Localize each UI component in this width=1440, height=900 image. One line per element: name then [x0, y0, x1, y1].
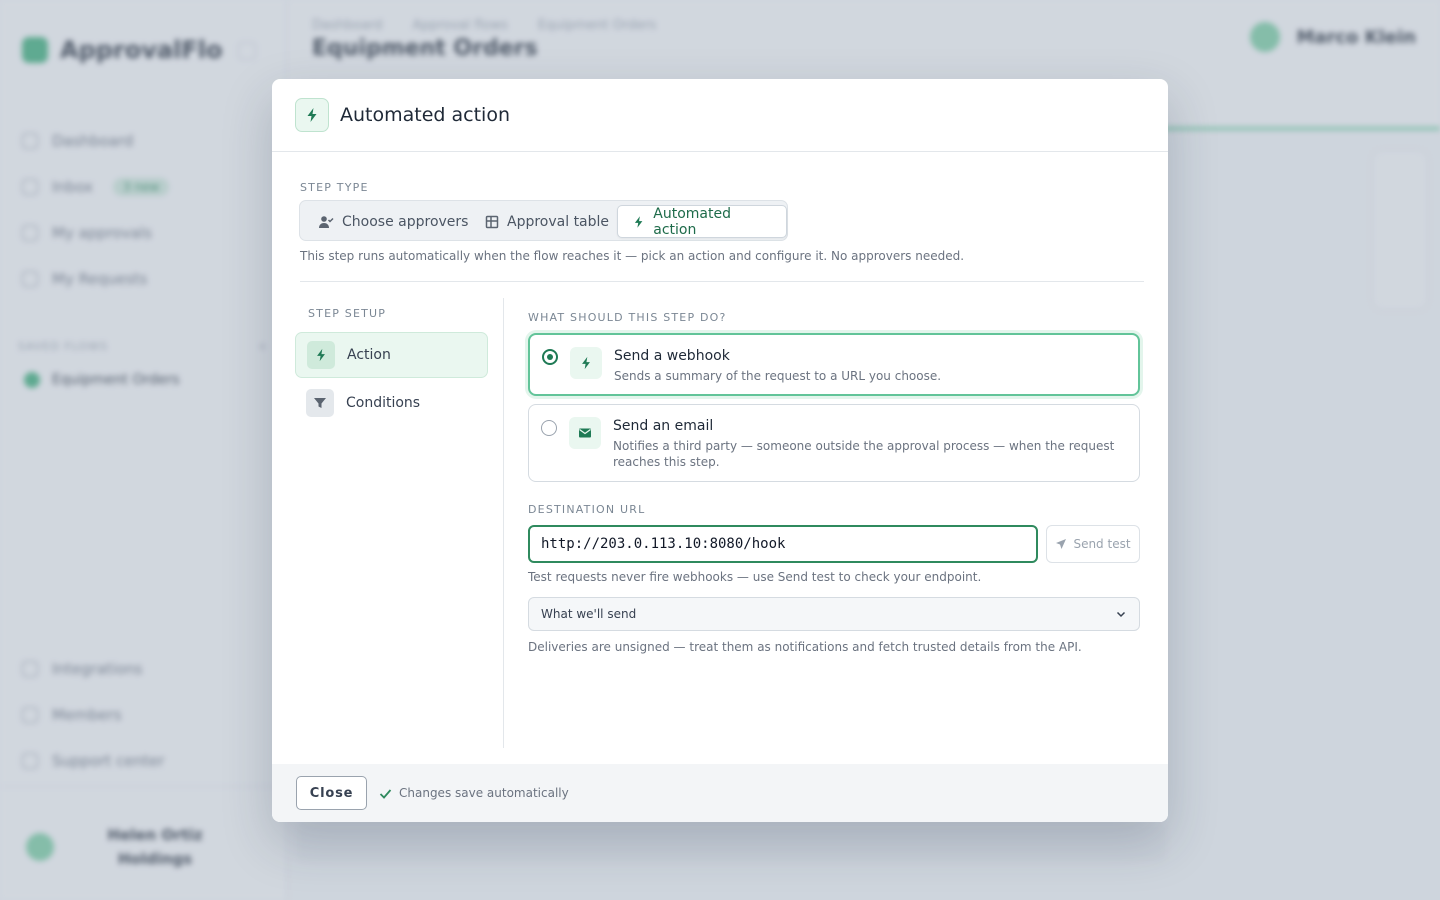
step-type-segmented-control: Choose approvers Approval table Automate…	[299, 200, 788, 241]
lightning-icon	[295, 98, 329, 132]
option-title: Send an email	[613, 418, 714, 434]
lightning-icon	[634, 215, 643, 228]
chevron-down-icon	[1116, 611, 1126, 618]
action-question-label: WHAT SHOULD THIS STEP DO?	[528, 311, 727, 324]
step-type-automated-action[interactable]: Automated action	[617, 205, 787, 238]
option-send-webhook[interactable]: Send a webhook Sends a summary of the re…	[528, 333, 1140, 396]
unsigned-note: Deliveries are unsigned — treat them as …	[528, 640, 1082, 654]
option-title: Send a webhook	[614, 348, 730, 364]
url-help-text: Test requests never fire webhooks — use …	[528, 570, 982, 584]
step-type-help: This step runs automatically when the fl…	[300, 249, 965, 263]
option-send-email[interactable]: Send an email Notifies a third party — s…	[528, 404, 1140, 482]
segment-label: Approval table	[507, 213, 610, 230]
destination-url-label: DESTINATION URL	[528, 503, 646, 516]
dialog-footer: Close Changes save automatically	[272, 764, 1168, 822]
section-divider	[300, 281, 1144, 282]
email-radio[interactable]	[541, 420, 557, 436]
user-check-icon	[319, 215, 334, 228]
autosave-label: Changes save automatically	[399, 786, 569, 800]
dialog-header: Automated action	[272, 79, 1168, 152]
lightning-icon	[307, 341, 335, 369]
setup-item-conditions[interactable]: Conditions	[295, 380, 488, 426]
payload-disclosure[interactable]: What we'll send	[528, 597, 1140, 631]
automated-action-dialog: Automated action STEP TYPE Choose approv…	[272, 79, 1168, 822]
vertical-divider	[503, 298, 504, 748]
disclosure-label: What we'll send	[541, 607, 637, 621]
autosave-status: Changes save automatically	[379, 786, 569, 800]
check-icon	[379, 788, 392, 799]
send-icon	[1056, 539, 1067, 549]
step-setup-label: STEP SETUP	[308, 307, 387, 320]
destination-url-input[interactable]	[528, 525, 1038, 563]
segment-label: Automated action	[653, 205, 731, 238]
envelope-icon	[569, 417, 601, 449]
table-icon	[485, 215, 499, 228]
webhook-radio[interactable]	[542, 349, 558, 365]
send-test-button[interactable]: Send test	[1046, 525, 1140, 563]
lightning-icon	[570, 347, 602, 379]
setup-item-label: Action	[347, 347, 391, 363]
filter-icon	[306, 389, 334, 417]
setup-item-label: Conditions	[346, 395, 421, 411]
dialog-title: Automated action	[340, 104, 510, 126]
step-type-approval-table[interactable]: Approval table	[471, 205, 623, 238]
option-description: Notifies a third party — someone outside…	[613, 439, 1115, 469]
send-test-label: Send test	[1073, 537, 1131, 551]
option-description: Sends a summary of the request to a URL …	[614, 369, 942, 383]
segment-label: Choose approvers	[342, 213, 469, 230]
step-type-choose-approvers[interactable]: Choose approvers	[304, 205, 482, 238]
setup-item-action[interactable]: Action	[295, 332, 488, 378]
close-button[interactable]: Close	[296, 776, 367, 810]
step-type-label: STEP TYPE	[300, 181, 369, 194]
